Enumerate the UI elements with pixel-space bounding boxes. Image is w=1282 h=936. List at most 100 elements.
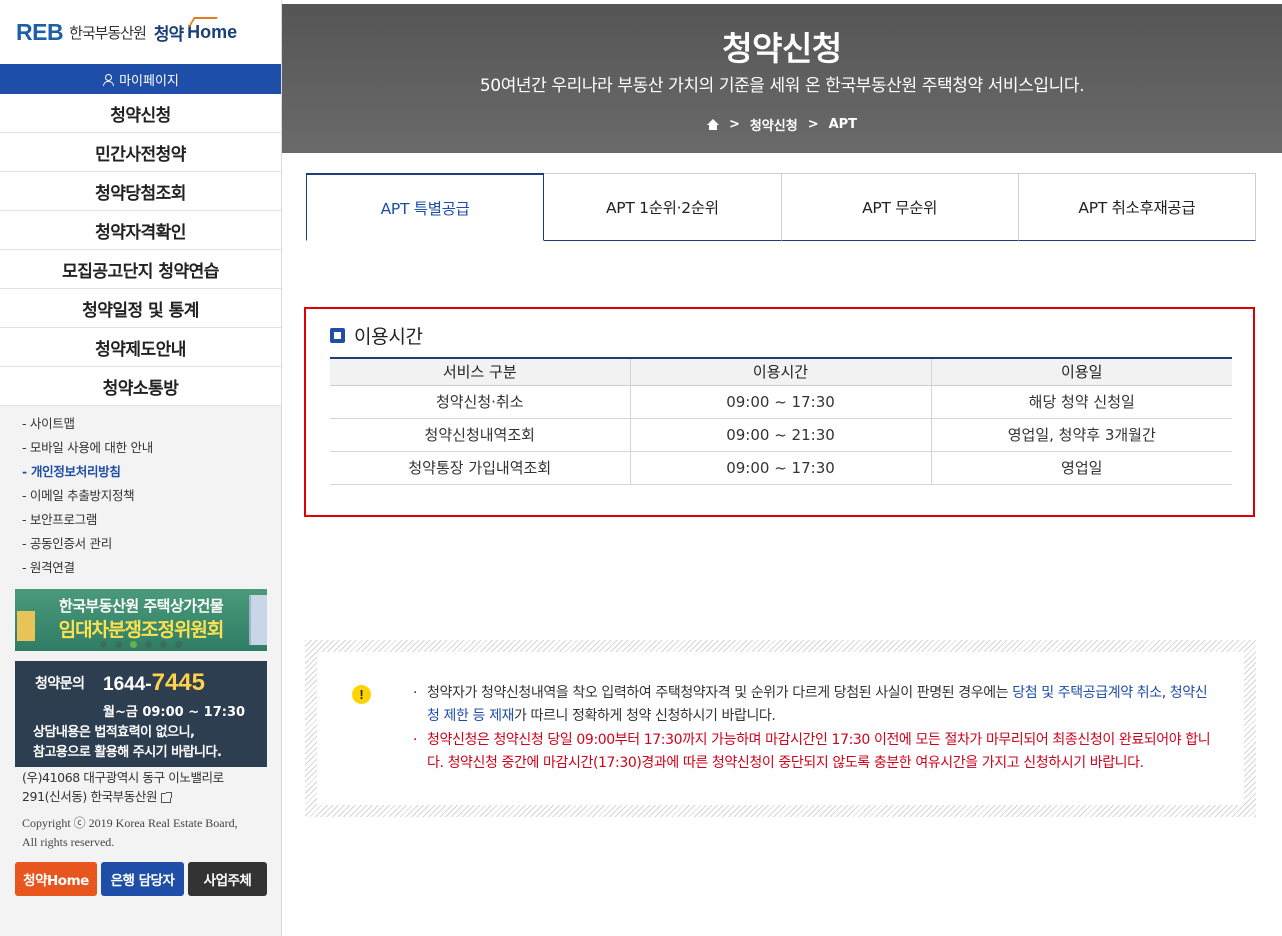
sidebar-lower: - 사이트맵 - 모바일 사용에 대한 안내 - 개인정보처리방침 - 이메일 … [0,406,281,936]
usage-section-title: 이용시간 [330,322,423,349]
table-row: 청약신청내역조회 09:00 ~ 21:30 영업일, 청약후 3개월간 [330,418,1232,452]
banner-pager [15,641,267,648]
link-mobile-guide[interactable]: - 모바일 사용에 대한 안내 [22,438,153,462]
copyright-line-1: Copyright ⓒ 2019 Korea Real Estate Board… [22,816,238,830]
contact-note-line-2: 참고용으로 활용해 주시기 바랍니다. [33,745,222,760]
square-bullet-icon [330,328,345,343]
sidebar-item-community[interactable]: 청약소통방 [0,367,281,406]
notice-1-text-a: 청약자가 청약신청내역을 착오 입력하여 주택청약자격 및 순위가 다르게 당첨… [427,685,1013,701]
breadcrumb: > 청약신청 > APT [282,115,1282,134]
chevron-right-icon: > [728,117,740,132]
address-line-2-wrap: 291(신서동) 한국부동산원 [22,787,224,806]
page-subtitle: 50여년간 우리나라 부동산 가치의 기준을 세워 온 한국부동산원 주택청약 … [479,76,1085,96]
sidebar-item-apply[interactable]: 청약신청 [0,94,281,133]
logo-cheongyak: 청약 [153,24,184,45]
cell-service: 청약신청내역조회 [330,418,630,452]
contact-note-line-1: 상담내용은 법적효력이 없으니, [33,725,195,740]
mypage-label: 마이페이지 [119,73,179,89]
logo-home: Home [187,21,238,42]
address-line-2: 291(신서동) 한국부동산원 [22,789,158,804]
contact-label: 청약문의 [35,676,85,692]
notice-1-text-b: , [1161,685,1170,701]
mypage-button[interactable]: 마이페이지 [0,64,281,94]
contact-note: 상담내용은 법적효력이 없으니, 참고용으로 활용해 주시기 바랍니다. [33,723,222,763]
sidebar-item-guide[interactable]: 청약제도안내 [0,328,281,367]
cell-hours: 09:00 ~ 21:30 [629,418,931,452]
notice-inner: ! 청약자가 청약신청내역을 착오 입력하여 주택청약자격 및 순위가 다르게 … [317,652,1244,805]
apt-tabs: APT 특별공급 APT 1순위·2순위 APT 무순위 APT 취소후재공급 [306,173,1256,241]
external-link-icon[interactable] [161,791,173,803]
cheongyak-home-button[interactable]: 청약Home [15,862,97,896]
notice-item-2: 청약신청은 청약신청 당일 09:00부터 17:30까지 가능하며 마감시간인… [413,729,1213,774]
sidebar-item-schedule[interactable]: 청약일정 및 통계 [0,289,281,328]
address: (우)41068 대구광역시 동구 이노밸리로 291(신서동) 한국부동산원 [22,768,224,806]
table-header-row: 서비스 구분 이용시간 이용일 [330,357,1232,386]
notice-box: ! 청약자가 청약신청내역을 착오 입력하여 주택청약자격 및 순위가 다르게 … [305,640,1256,817]
table-row: 청약신청·취소 09:00 ~ 17:30 해당 청약 신청일 [330,385,1232,419]
breadcrumb-item-apt[interactable]: APT [829,117,857,132]
bank-staff-button[interactable]: 은행 담당자 [101,862,184,896]
usage-title-text: 이용시간 [354,326,423,348]
site-logo[interactable]: REB 한국부동산원 청약 Home [0,0,281,64]
pager-dot[interactable] [160,641,167,648]
contact-number-prefix: 1644- [103,674,152,695]
link-remote[interactable]: - 원격연결 [22,558,153,582]
cell-hours: 09:00 ~ 17:30 [629,385,931,419]
home-icon[interactable] [706,119,719,130]
tab-special-supply[interactable]: APT 특별공급 [306,173,545,241]
notice-1-link-cancel: 당첨 및 주택공급계약 취소 [1012,685,1162,701]
cell-service: 청약통장 가입내역조회 [330,451,630,485]
header-hours: 이용시간 [629,357,931,386]
link-email-policy[interactable]: - 이메일 추출방지정책 [22,486,153,510]
sidebar-item-winner-check[interactable]: 청약당첨조회 [0,172,281,211]
sidebar-item-eligibility[interactable]: 청약자격확인 [0,211,281,250]
footer-links: - 사이트맵 - 모바일 사용에 대한 안내 - 개인정보처리방침 - 이메일 … [22,414,153,582]
header-service: 서비스 구분 [330,357,630,386]
banner-line-1: 한국부동산원 주택상가건물 [58,597,224,615]
link-certificate[interactable]: - 공동인증서 관리 [22,534,153,558]
pager-dot[interactable] [145,641,152,648]
pager-dot[interactable] [175,641,182,648]
logo-org-name: 한국부동산원 [69,23,147,42]
copyright: Copyright ⓒ 2019 Korea Real Estate Board… [22,814,238,852]
header-days: 이용일 [930,357,1232,386]
link-security-program[interactable]: - 보안프로그램 [22,510,153,534]
tab-resupply[interactable]: APT 취소후재공급 [1018,173,1256,241]
contact-number-highlight: 7445 [151,669,205,696]
contact-hours: 월~금 09:00 ~ 17:30 [103,705,246,720]
contact-number: 1644-7445 [103,669,205,697]
dispute-committee-banner[interactable]: 한국부동산원 주택상가건물 임대차분쟁조정위원회 [15,589,267,651]
sidebar-item-pre-apply[interactable]: 민간사전청약 [0,133,281,172]
notice-1-text-c: 가 따르니 정확하게 청약 신청하시기 바랍니다. [514,707,776,724]
tab-priority-1-2[interactable]: APT 1순위·2순위 [544,173,782,241]
person-icon [102,73,115,86]
usage-table: 서비스 구분 이용시간 이용일 청약신청·취소 09:00 ~ 17:30 해당… [330,357,1232,485]
breadcrumb-item-apply[interactable]: 청약신청 [750,115,798,134]
copyright-line-2: All rights reserved. [22,835,115,849]
banner-line-2: 임대차분쟁조정위원회 [58,619,225,641]
cell-days: 해당 청약 신청일 [930,385,1232,419]
page-title: 청약신청 [722,29,842,68]
tab-no-priority[interactable]: APT 무순위 [781,173,1019,241]
link-privacy-policy[interactable]: - 개인정보처리방침 [22,462,153,486]
cell-days: 영업일, 청약후 3개월간 [930,418,1232,452]
link-sitemap[interactable]: - 사이트맵 [22,414,153,438]
cell-service: 청약신청·취소 [330,385,630,419]
cell-days: 영업일 [930,451,1232,485]
pager-dot[interactable] [100,641,107,648]
sidebar: REB 한국부동산원 청약 Home 마이페이지 청약신청 민간사전청약 청약당… [0,0,282,936]
chevron-right-icon: > [807,117,819,132]
business-entity-button[interactable]: 사업주체 [188,862,267,896]
sidebar-menu: 청약신청 민간사전청약 청약당첨조회 청약자격확인 모집공고단지 청약연습 청약… [0,94,281,406]
pager-dot[interactable] [115,641,122,648]
address-line-1: (우)41068 대구광역시 동구 이노밸리로 [22,770,224,785]
reb-logo-mark: REB [16,18,64,45]
notice-item-1: 청약자가 청약신청내역을 착오 입력하여 주택청약자격 및 순위가 다르게 당첨… [413,682,1213,727]
notice-list: 청약자가 청약신청내역을 착오 입력하여 주택청약자격 및 순위가 다르게 당첨… [413,682,1213,776]
table-row: 청약통장 가입내역조회 09:00 ~ 17:30 영업일 [330,451,1232,485]
contact-box: 청약문의 1644-7445 월~금 09:00 ~ 17:30 상담내용은 법… [15,661,267,767]
sidebar-item-practice[interactable]: 모집공고단지 청약연습 [0,250,281,289]
quick-buttons: 청약Home 은행 담당자 사업주체 [15,862,267,896]
cell-hours: 09:00 ~ 17:30 [629,451,931,485]
pager-dot-active[interactable] [130,641,137,648]
